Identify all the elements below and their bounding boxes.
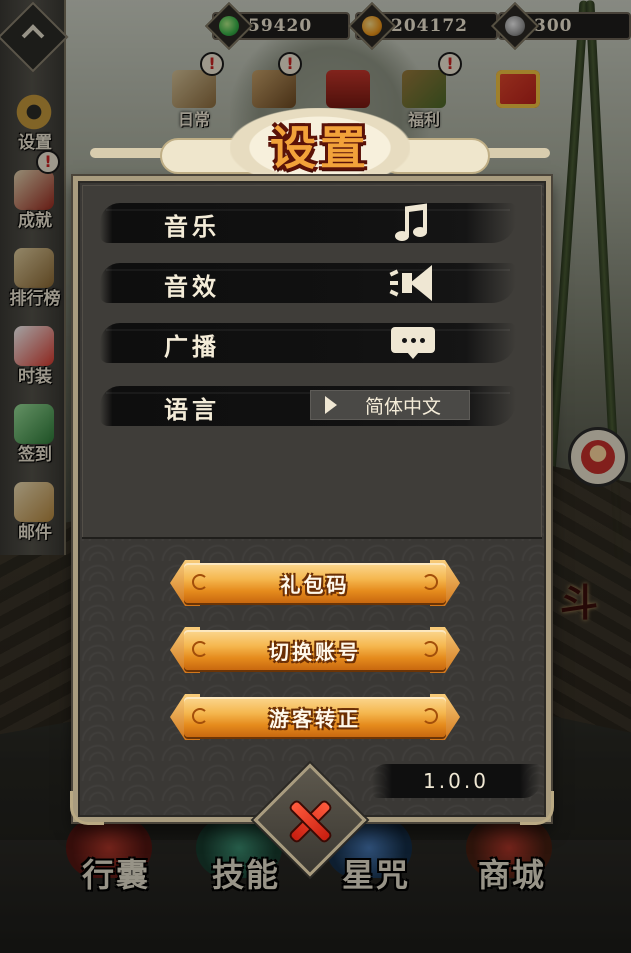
switch-account-button[interactable]: 切换账号 xyxy=(170,627,460,673)
button-label: 礼包码 xyxy=(280,573,350,597)
gift-code-button[interactable]: 礼包码 xyxy=(170,560,460,606)
dialog-title-banner: 设置 xyxy=(90,108,550,186)
version-text: 1.0.0 xyxy=(423,769,489,793)
setting-label: 音乐 xyxy=(164,212,220,241)
setting-row-sound: 音效 xyxy=(100,261,516,305)
setting-row-broadcast: 广播 xyxy=(100,321,516,365)
setting-label: 广播 xyxy=(164,332,220,361)
broadcast-toggle[interactable] xyxy=(388,323,438,363)
dialog-title: 设置 xyxy=(270,121,370,175)
corner-ornament xyxy=(70,791,104,825)
version-label: 1.0.0 xyxy=(372,764,540,798)
close-icon xyxy=(290,801,331,842)
button-label: 游客转正 xyxy=(269,707,361,731)
brush-stroke xyxy=(100,203,516,243)
language-select[interactable]: 简体中文 xyxy=(310,390,470,420)
play-arrow-icon xyxy=(325,396,337,414)
button-label: 切换账号 xyxy=(269,640,361,664)
setting-label: 语言 xyxy=(164,395,220,424)
brush-stroke xyxy=(100,263,516,303)
sound-toggle[interactable] xyxy=(388,263,438,303)
brush-stroke xyxy=(100,323,516,363)
setting-row-language: 语言 简体中文 xyxy=(100,384,516,428)
divider xyxy=(82,537,542,539)
setting-label: 音效 xyxy=(164,272,220,301)
setting-row-music: 音乐 xyxy=(100,201,516,245)
guest-upgrade-button[interactable]: 游客转正 xyxy=(170,694,460,740)
chat-bubble-icon xyxy=(391,325,435,361)
music-toggle[interactable] xyxy=(388,203,438,243)
language-value: 简体中文 xyxy=(365,395,442,418)
speaker-icon xyxy=(389,263,436,303)
music-note-icon xyxy=(393,203,433,243)
